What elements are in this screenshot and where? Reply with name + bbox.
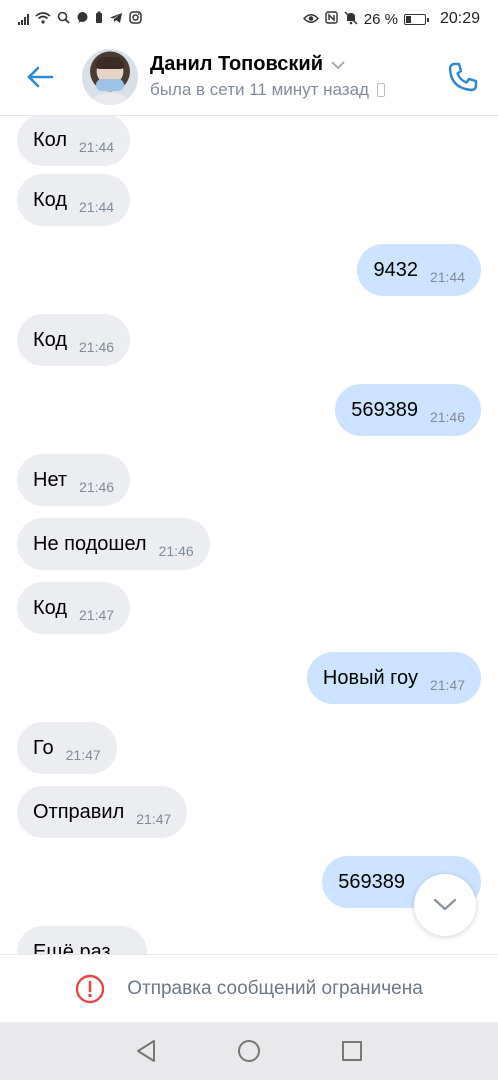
message-time: 21:44: [429, 269, 465, 285]
back-triangle-icon[interactable]: [135, 1039, 157, 1063]
chevron-down-icon: [331, 57, 345, 73]
instagram-icon: [129, 11, 142, 27]
status-icons-left: [18, 11, 142, 27]
back-arrow-icon: [27, 66, 54, 87]
chat-title[interactable]: Данил Топовский была в сети 11 минут наз…: [150, 53, 428, 100]
message-text: Код: [33, 328, 68, 351]
search-icon: [57, 11, 70, 27]
message-time: 21:47: [429, 677, 465, 693]
home-circle-icon[interactable]: [237, 1039, 261, 1063]
message-text: Код: [33, 596, 68, 619]
message-incoming[interactable]: Код 21:44: [17, 174, 131, 226]
message-time: 21:47: [65, 747, 101, 763]
chevron-down-icon: [433, 898, 457, 911]
restriction-text: Отправка сообщений ограничена: [127, 977, 423, 999]
warning-icon: [76, 974, 105, 1003]
message-outgoing[interactable]: Новый гоу 21:47: [306, 652, 481, 704]
message-text: Код: [33, 188, 68, 211]
chat-bubble-icon: [76, 11, 89, 27]
eye-icon: [302, 11, 319, 27]
telegram-icon: [109, 11, 123, 27]
signal-icon: [18, 13, 29, 25]
nfc-icon: [325, 11, 338, 27]
message-incoming[interactable]: Код 21:47: [17, 582, 131, 634]
message-text: 569389: [338, 870, 405, 893]
message-time: 21:46: [429, 409, 465, 425]
back-button[interactable]: [0, 38, 80, 116]
message-text: Ещё раз: [33, 940, 111, 955]
call-button[interactable]: [428, 38, 498, 116]
message-time: 21:46: [79, 479, 115, 495]
message-incoming[interactable]: Кол 21:44: [17, 116, 131, 166]
battery-percent: 26 %: [363, 10, 398, 28]
message-incoming[interactable]: Отправил 21:47: [17, 786, 188, 838]
message-time: 21:46: [158, 543, 194, 559]
message-incoming[interactable]: Го 21:47: [17, 722, 117, 774]
phone-icon: [448, 62, 478, 91]
status-bar: 26 % 20:29: [0, 0, 498, 38]
message-text: Нет: [33, 468, 68, 491]
battery-icon: [403, 13, 429, 25]
message-text: Не подошел: [33, 532, 147, 555]
message-time: 21:44: [79, 199, 115, 215]
chat-header: Данил Топовский была в сети 11 минут наз…: [0, 38, 498, 116]
message-outgoing[interactable]: 9432 21:44: [357, 244, 481, 296]
message-incoming[interactable]: Нет 21:46: [17, 454, 131, 506]
message-time: 21:47: [136, 811, 172, 827]
battery-saver-icon: [95, 11, 103, 27]
message-text: 569389: [351, 398, 418, 421]
avatar[interactable]: [82, 48, 138, 105]
message-text: 9432: [373, 258, 418, 281]
message-outgoing[interactable]: 569389 21:46: [335, 384, 481, 436]
mute-icon: [344, 10, 358, 28]
message-time: 21:44: [79, 139, 115, 155]
status-icons-right: 26 % 20:29: [302, 10, 480, 28]
last-seen-status: была в сети 11 минут назад: [150, 80, 369, 99]
message-text: Новый гоу: [322, 666, 418, 689]
scroll-to-bottom-button[interactable]: [414, 874, 476, 936]
clock: 20:29: [439, 10, 480, 27]
message-text: Го: [33, 736, 54, 759]
mobile-device-icon: [376, 83, 385, 97]
wifi-icon: [35, 11, 51, 27]
message-text: Отправил: [33, 800, 125, 823]
message-time: 21:47: [79, 607, 115, 623]
message-list[interactable]: Кол 21:44 Код 21:44 9432 21:44 Код 21:46…: [0, 116, 498, 954]
message-incoming[interactable]: Ещё раз: [17, 926, 147, 954]
message-time: 21:46: [79, 339, 115, 355]
message-incoming[interactable]: Не подошел 21:46: [17, 518, 210, 570]
system-navigation-bar: [0, 1022, 498, 1080]
message-incoming[interactable]: Код 21:46: [17, 314, 131, 366]
contact-name: Данил Топовский: [150, 53, 323, 75]
messaging-restricted-banner: Отправка сообщений ограничена: [0, 954, 498, 1022]
recents-square-icon[interactable]: [341, 1040, 363, 1062]
message-text: Кол: [33, 128, 68, 151]
